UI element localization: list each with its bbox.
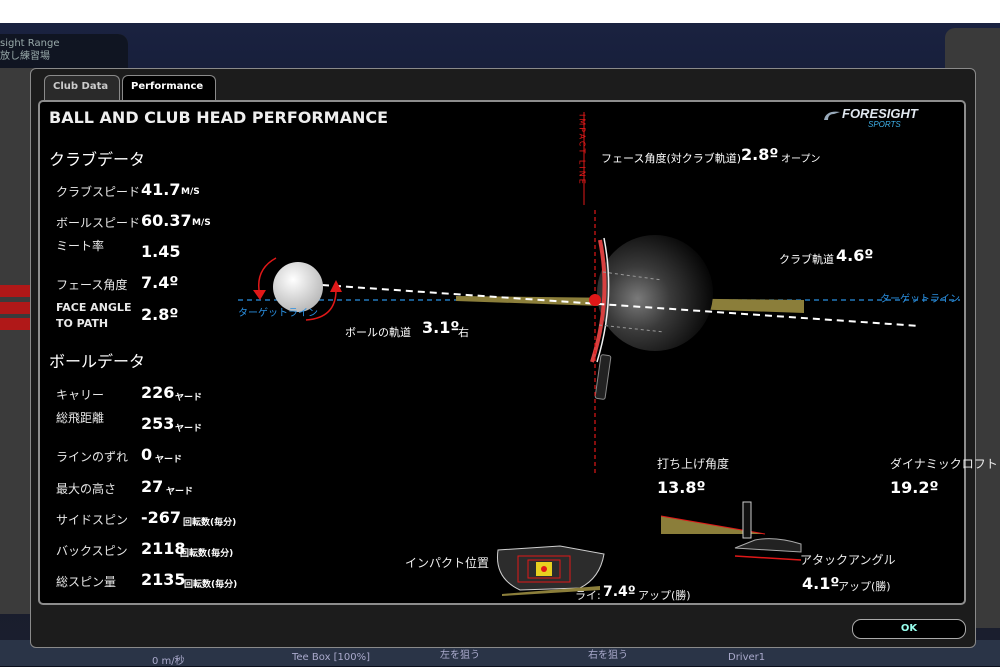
attack-angle-label: アタックアングル (800, 553, 896, 567)
face-to-path-diagram-dir: オープン (781, 154, 821, 165)
ball-path-dir: 右 (458, 326, 469, 339)
impact-dot (541, 566, 547, 572)
lie-value: 7.4º (603, 584, 636, 600)
lie-dir: アップ(勝) (638, 589, 691, 602)
attack-angle-value: 4.1º (802, 574, 840, 593)
club-head-shadow (597, 235, 713, 351)
club-path-value: 4.6º (836, 246, 874, 265)
club-path-label: クラブ軌道 (779, 253, 834, 266)
impact-line-label: IMPACT LINE (578, 114, 587, 186)
dynamic-loft-value: 19.2º (890, 478, 939, 497)
ok-button[interactable]: OK (852, 619, 966, 639)
lie-label: ライ: (575, 589, 601, 602)
ball-path-label: ボールの軌道 (345, 326, 411, 339)
face-to-path-diagram-value: 2.8º (741, 145, 779, 164)
launch-angle-label: 打ち上げ角度 (657, 457, 730, 471)
club-shaft-side (742, 501, 752, 539)
attack-angle-diagram (660, 501, 802, 561)
spin-arrow-left-head (253, 290, 266, 300)
face-to-path-diagram-label: フェース角度(対クラブ軌道) (601, 152, 742, 165)
impact-location-label: インパクト位置 (405, 556, 490, 570)
attack-angle-dir: アップ(勝) (838, 580, 891, 593)
dynamic-loft-label: ダイナミックロフト (890, 457, 998, 471)
target-line-right-label: ターゲットライン (880, 294, 960, 305)
target-line-left-label: ターゲットライン (238, 308, 318, 319)
ball-path-value: 3.1º (422, 318, 460, 337)
launch-angle-value: 13.8º (657, 478, 706, 497)
impact-point (589, 294, 601, 306)
club-head-side (734, 538, 802, 553)
attack-angle-line (734, 555, 802, 561)
